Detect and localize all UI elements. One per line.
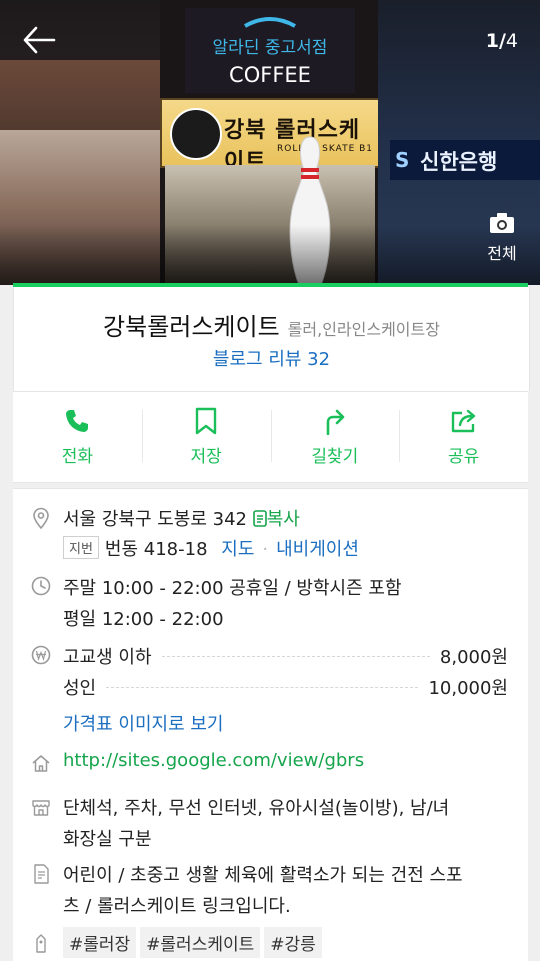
hashtag[interactable]: #롤러장 [63,927,137,958]
price-label: 성인 [63,678,97,699]
jibun-badge: 지번 [63,536,99,559]
hashtag[interactable]: #롤러스케이트 [140,927,261,958]
share-label: 공유 [447,447,480,467]
price-row: 성인 10,000원 [63,674,508,700]
clock-icon [31,576,51,596]
svg-text:알라딘 중고서점: 알라딘 중고서점 [213,38,328,58]
skate-sign: 강북 롤러스케이트 ROLLER SKATE B1 [160,98,382,175]
map-link[interactable]: 지도 [221,539,254,560]
price-value: 8,000원 [439,647,508,668]
copy-address-button[interactable]: 복사 [252,509,300,530]
jibun-address: 번동 418-18 [104,539,208,560]
blog-review-link[interactable]: 블로그 리뷰 32 [14,345,529,371]
price-value: 10,000원 [428,678,508,699]
description-text: 어린이 / 초중고 생활 체육에 활력소가 되는 건전 스포 [63,865,463,886]
price-row: 고교생 이하 8,000원 [63,643,508,669]
all-photos-label: 전체 [487,244,517,263]
svg-text:COFFEE: COFFEE [229,63,311,87]
action-bar: 전화 저장 길찾기 공유 [13,391,528,483]
share-icon [451,409,475,433]
home-icon [32,755,50,772]
call-label: 전화 [61,447,94,467]
hours-weekday: 평일 12:00 - 22:00 [63,609,224,630]
store-icon [32,800,50,816]
hashtag[interactable]: #강릉 [264,927,322,958]
photo-counter: 1/4 [485,30,518,52]
website-link[interactable]: http://sites.google.com/view/gbrs [63,750,364,771]
call-button[interactable]: 전화 [13,392,142,482]
save-label: 저장 [190,447,222,467]
price-label: 고교생 이하 [63,647,152,668]
directions-icon [326,409,345,435]
skate-logo [170,108,222,160]
directions-label: 길찾기 [311,447,359,467]
won-icon [31,645,51,665]
facilities-text-2: 화장실 구분 [63,829,152,850]
place-info: 서울 강북구 도봉로 342 복사 지번 번동 418-18 지도 · 내비게이션 주… [13,488,528,961]
place-category: 롤러,인라인스케이트장 [287,320,440,339]
place-name: 강북롤러스케이트 [103,313,280,341]
hours-weekend: 주말 10:00 - 22:00 공휴일 / 방학시즌 포함 [63,578,402,599]
description-text-2: 츠 / 롤러스케이트 링크입니다. [63,896,291,917]
back-arrow-icon[interactable] [22,24,56,56]
save-button[interactable]: 저장 [141,392,271,482]
price-leader [161,655,430,657]
coffee-sign: 알라딘 중고서점 COFFEE [185,8,355,93]
location-pin-icon [33,507,49,529]
facilities-text: 단체석, 주차, 무선 인터넷, 유아시설(놀이방), 남/녀 [63,798,450,819]
document-icon [34,864,49,884]
tag-icon [36,934,46,953]
price-image-link[interactable]: 가격표 이미지로 보기 [63,710,223,736]
address-text: 서울 강북구 도봉로 342 [63,509,248,530]
all-photos-button[interactable]: 전체 [482,212,522,264]
place-header: 강북롤러스케이트 롤러,인라인스케이트장 블로그 리뷰 32 [13,287,530,391]
camera-icon [490,213,514,233]
share-button[interactable]: 공유 [399,392,528,482]
navigation-link[interactable]: 내비게이션 [276,539,359,560]
photo-gallery[interactable]: 알라딘 중고서점 COFFEE 강북 롤러스케이트 ROLLER SKATE B… [0,0,540,285]
bookmark-icon [195,407,217,435]
photo-crowd [0,225,540,285]
directions-button[interactable]: 길찾기 [270,392,400,482]
price-leader [106,686,419,688]
separator-dot: · [262,539,269,560]
place-title: 강북롤러스케이트 롤러,인라인스케이트장 [14,307,529,342]
bank-sign: S 신한은행 [390,140,540,180]
copy-icon [252,510,267,527]
phone-icon [66,410,89,432]
